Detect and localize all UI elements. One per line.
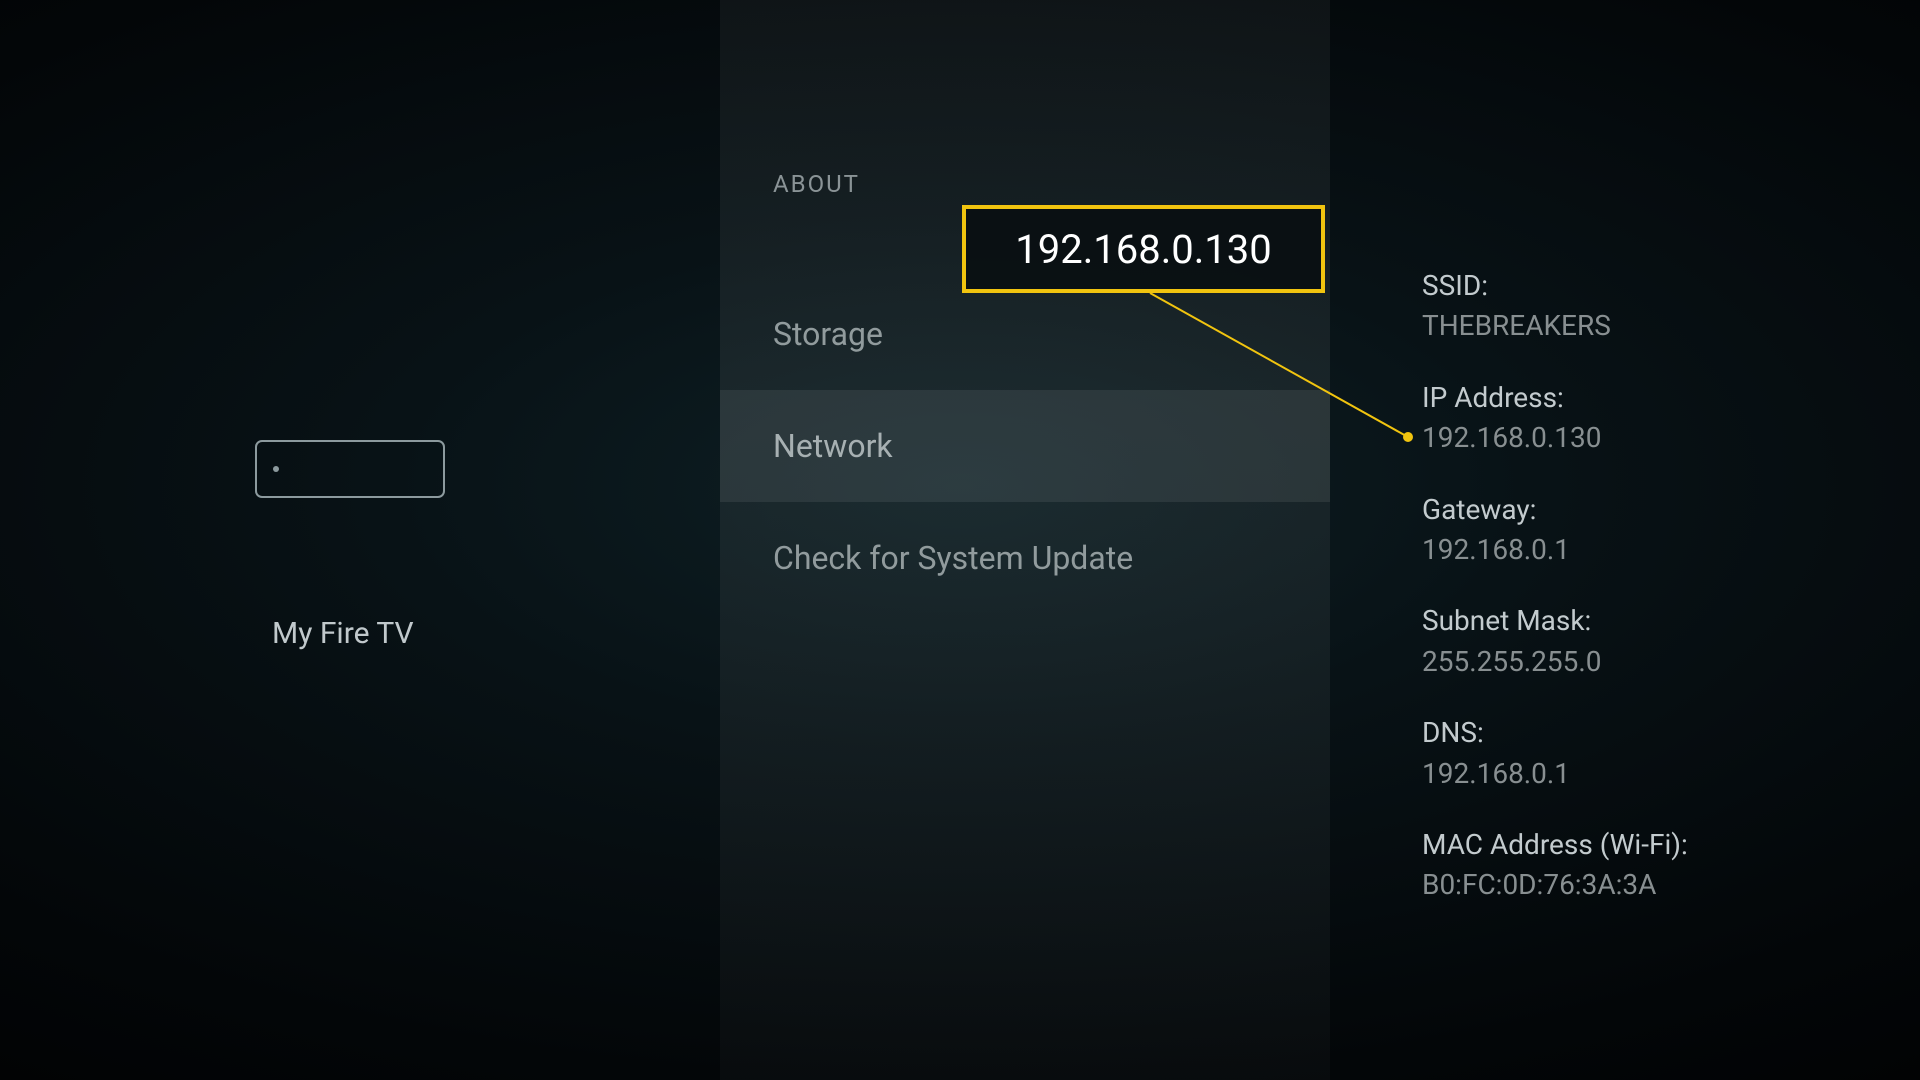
detail-ssid: SSID: THEBREAKERS <box>1422 268 1845 348</box>
detail-value-ssid: THEBREAKERS <box>1422 304 1845 347</box>
left-column: My Fire TV <box>0 0 720 1080</box>
ip-callout-box: 192.168.0.130 <box>962 205 1325 293</box>
section-title-about: ABOUT <box>720 170 1330 198</box>
ip-callout-text: 192.168.0.130 <box>1015 226 1271 273</box>
detail-label-dns: DNS: <box>1422 715 1845 751</box>
menu-item-check-update[interactable]: Check for System Update <box>720 502 1330 614</box>
device-icon <box>255 440 445 498</box>
about-menu-column: ABOUT Storage Network Check for System U… <box>720 0 1330 1080</box>
detail-mac: MAC Address (Wi-Fi): B0:FC:0D:76:3A:3A <box>1422 827 1845 907</box>
detail-value-ip: 192.168.0.130 <box>1422 416 1845 459</box>
detail-gateway: Gateway: 192.168.0.1 <box>1422 492 1845 572</box>
detail-label-gateway: Gateway: <box>1422 492 1845 528</box>
menu-item-storage[interactable]: Storage <box>720 278 1330 390</box>
detail-value-subnet: 255.255.255.0 <box>1422 640 1845 683</box>
network-details-column: SSID: THEBREAKERS IP Address: 192.168.0.… <box>1330 0 1885 1080</box>
detail-subnet: Subnet Mask: 255.255.255.0 <box>1422 603 1845 683</box>
detail-label-ip: IP Address: <box>1422 380 1845 416</box>
detail-ip: IP Address: 192.168.0.130 <box>1422 380 1845 460</box>
detail-label-ssid: SSID: <box>1422 268 1845 304</box>
detail-label-subnet: Subnet Mask: <box>1422 603 1845 639</box>
device-label: My Fire TV <box>272 616 414 651</box>
detail-dns: DNS: 192.168.0.1 <box>1422 715 1845 795</box>
detail-label-mac: MAC Address (Wi-Fi): <box>1422 827 1845 863</box>
detail-value-mac: B0:FC:0D:76:3A:3A <box>1422 863 1845 906</box>
detail-value-dns: 192.168.0.1 <box>1422 752 1845 795</box>
detail-value-gateway: 192.168.0.1 <box>1422 528 1845 571</box>
menu-item-network[interactable]: Network <box>720 390 1330 502</box>
